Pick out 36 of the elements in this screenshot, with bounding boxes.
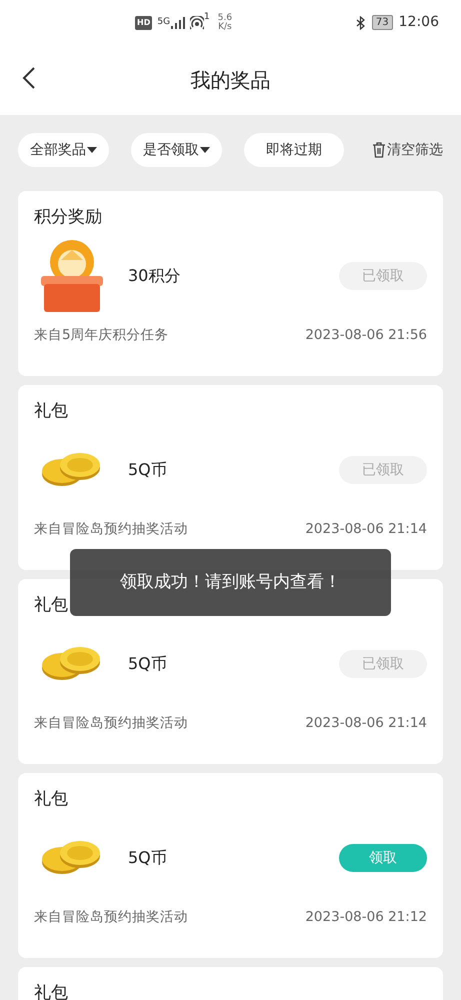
prize-time: 2023-08-06 21:14 (305, 714, 427, 733)
filter-dropdown[interactable]: 是否领取 (131, 133, 222, 167)
card-title: 礼包 (34, 400, 69, 423)
battery-indicator: 73 (372, 15, 393, 30)
prize-time: 2023-08-06 21:56 (305, 326, 427, 345)
card-title: 礼包 (34, 788, 69, 811)
prize-name: 5Q币 (128, 653, 167, 675)
hd-icon: HD (135, 16, 152, 30)
hotspot-count: 1 (204, 13, 210, 22)
prize-source: 来自冒险岛预约抽奖活动 (34, 714, 188, 733)
page-title: 我的奖品 (190, 67, 270, 94)
filter-dropdown[interactable]: 全部奖品 (18, 133, 109, 167)
card-title: 礼包 (34, 594, 69, 617)
prize-name: 30积分 (128, 265, 180, 287)
prize-time: 2023-08-06 21:12 (305, 908, 427, 927)
back-icon[interactable] (22, 67, 36, 89)
bluetooth-icon (356, 16, 365, 30)
speed-unit: K/s (218, 22, 232, 32)
prize-name: 5Q币 (128, 847, 167, 869)
prize-name: 5Q币 (128, 459, 167, 481)
prize-source: 来自冒险岛预约抽奖活动 (34, 520, 188, 539)
network-type: 5G (157, 18, 170, 27)
trash-icon (372, 142, 386, 158)
clear-filter-button[interactable]: 清空筛选 (372, 133, 443, 167)
speed-value: 5.6 (218, 14, 232, 22)
card-title: 积分奖励 (34, 206, 103, 229)
prize-source: 来自冒险岛预约抽奖活动 (34, 908, 188, 927)
card-title: 礼包 (34, 982, 69, 1000)
toast-message: 领取成功！请到账号内查看！ (70, 549, 391, 616)
treasure-box-icon (39, 238, 105, 314)
prize-source: 来自5周年庆积分任务 (34, 326, 169, 345)
prize-time: 2023-08-06 21:14 (305, 520, 427, 539)
filter-button[interactable]: 即将过期 (244, 133, 344, 167)
clock: 12:06 (398, 13, 439, 32)
hotspot-icon (190, 16, 204, 30)
signal-icon (171, 16, 186, 28)
